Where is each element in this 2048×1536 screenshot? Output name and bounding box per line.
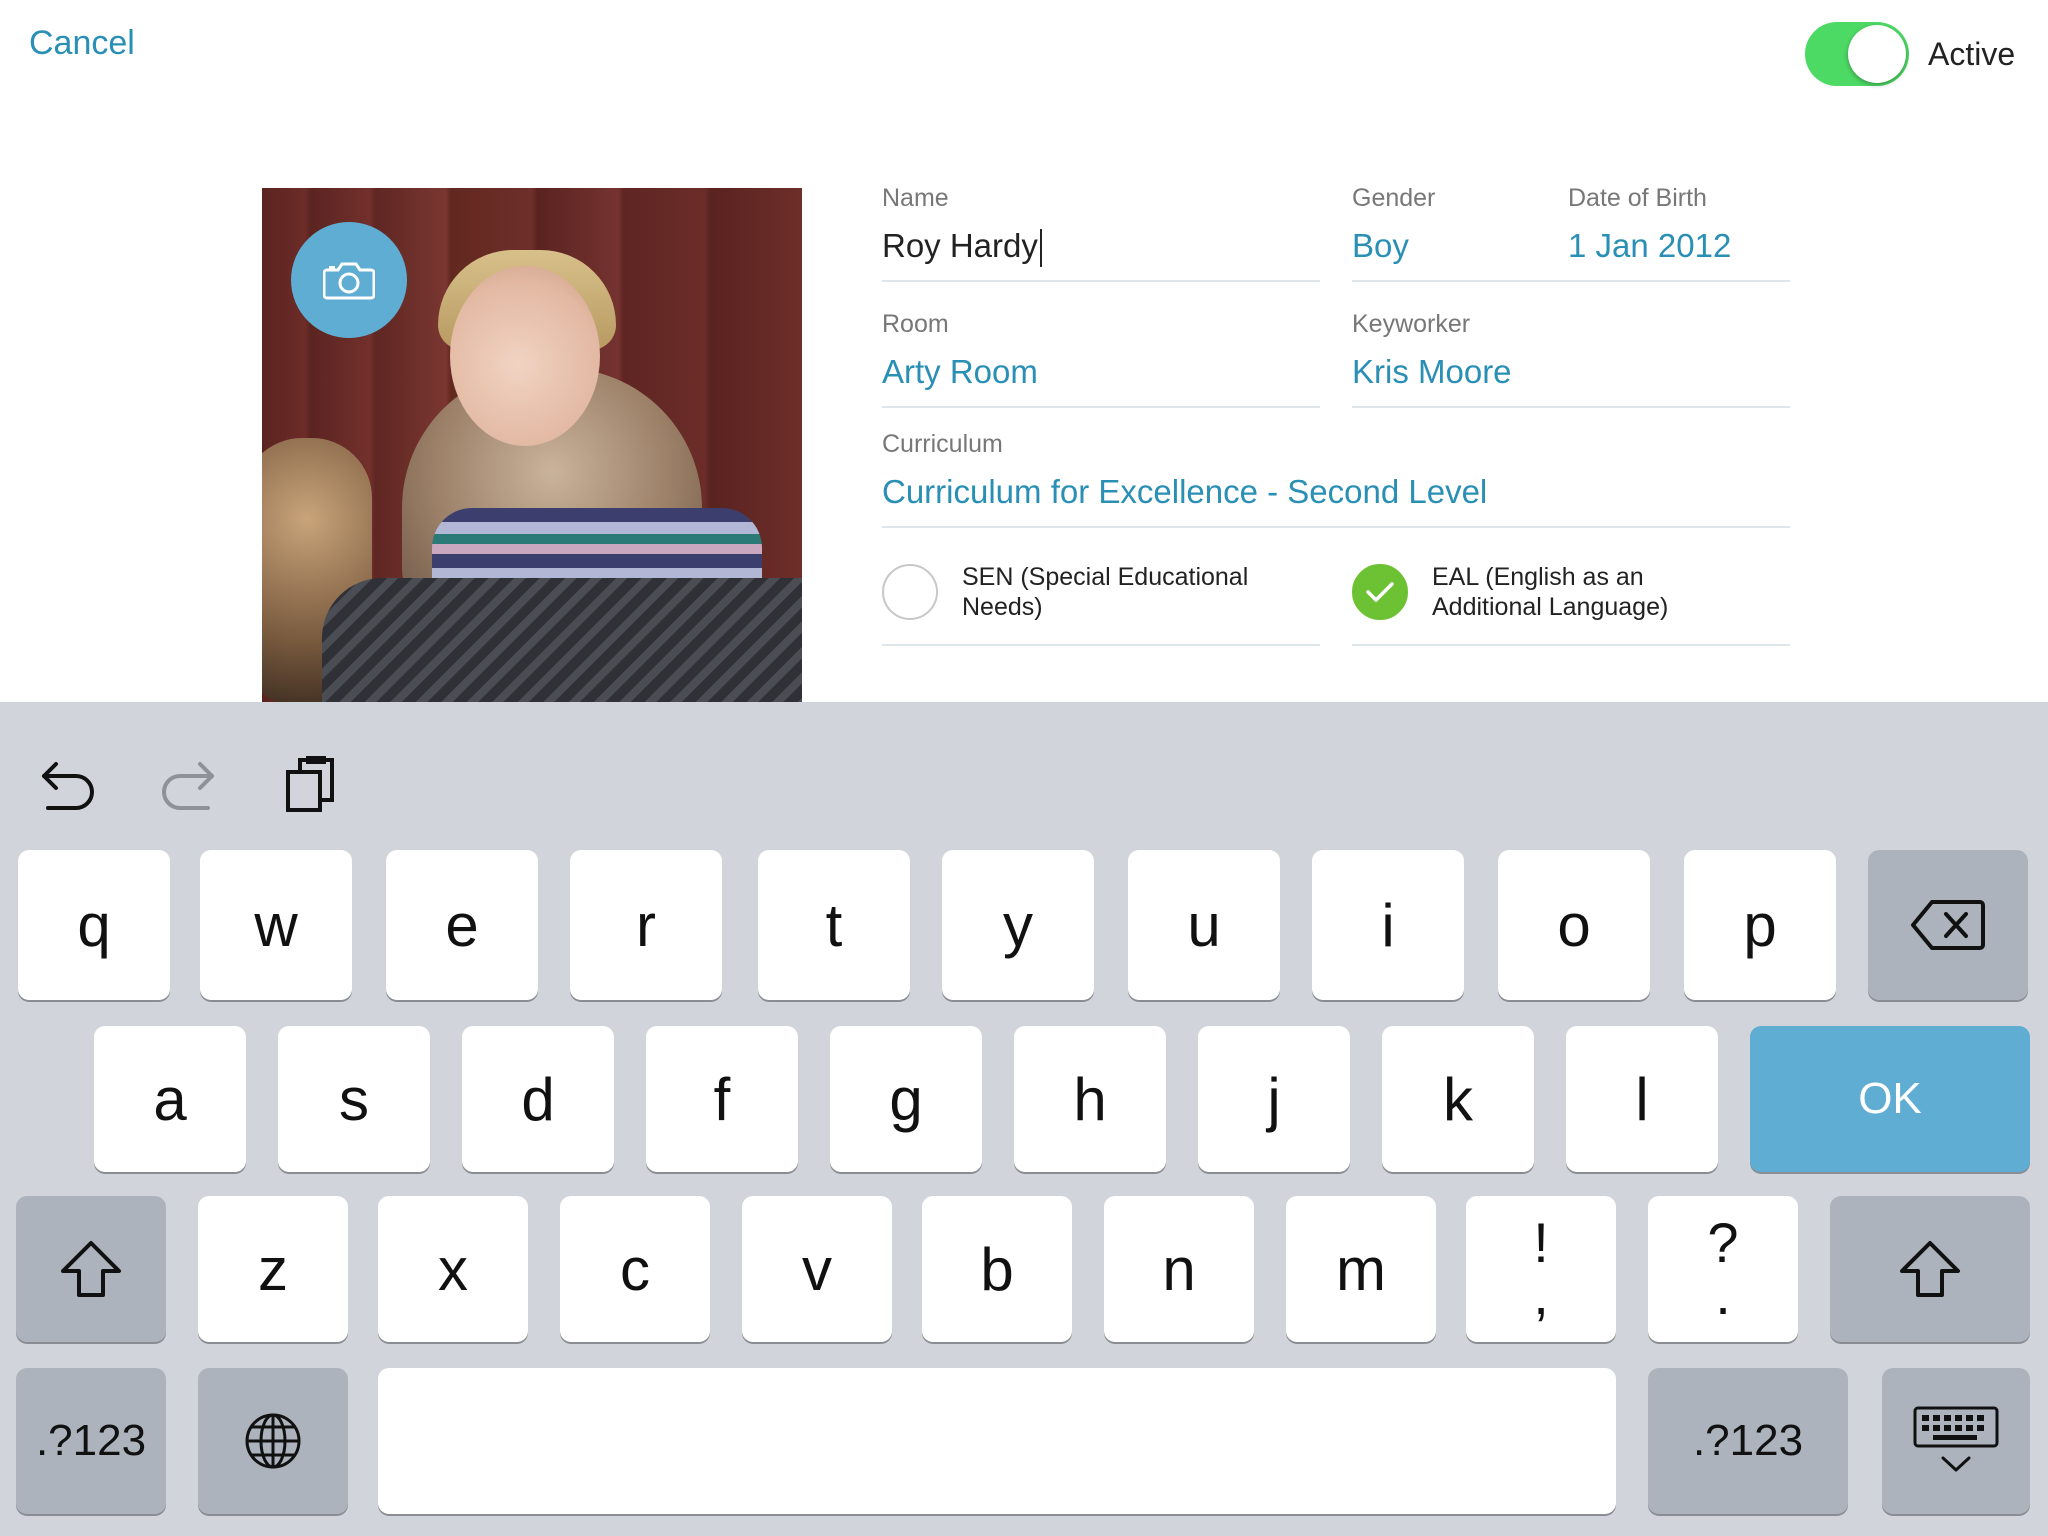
- name-input[interactable]: Roy Hardy: [882, 227, 1320, 268]
- key-top-char: !: [1533, 1211, 1549, 1274]
- key-e[interactable]: e: [386, 850, 538, 1000]
- key-z[interactable]: z: [198, 1196, 348, 1342]
- backspace-key[interactable]: [1868, 850, 2028, 1000]
- active-toggle[interactable]: [1805, 22, 1909, 86]
- key-exclamation-comma[interactable]: !,: [1466, 1196, 1616, 1342]
- numbers-key-left[interactable]: .?123: [16, 1368, 166, 1514]
- gender-label: Gender: [1352, 184, 1436, 212]
- divider: [1352, 280, 1790, 282]
- paste-button[interactable]: [284, 754, 340, 819]
- key-o[interactable]: o: [1498, 850, 1650, 1000]
- shift-key-left[interactable]: [16, 1196, 166, 1342]
- globe-icon: [245, 1413, 301, 1469]
- toggle-knob: [1848, 25, 1906, 83]
- shift-key-right[interactable]: [1830, 1196, 2030, 1342]
- key-question-period[interactable]: ?.: [1648, 1196, 1798, 1342]
- key-top-char: ?: [1707, 1211, 1739, 1274]
- photo-rug: [322, 578, 802, 702]
- divider: [882, 526, 1790, 528]
- child-photo: [262, 188, 802, 702]
- sen-label: SEN (Special Educational Needs): [962, 563, 1249, 621]
- key-w[interactable]: w: [200, 850, 352, 1000]
- eal-checkbox-row[interactable]: EAL (English as an Additional Language): [1352, 562, 1752, 622]
- sen-checkbox-row[interactable]: SEN (Special Educational Needs): [882, 562, 1282, 622]
- dob-label: Date of Birth: [1568, 184, 1707, 212]
- room-value[interactable]: Arty Room: [882, 353, 1320, 391]
- undo-button[interactable]: [38, 756, 98, 817]
- keyworker-label: Keyworker: [1352, 310, 1471, 338]
- key-q[interactable]: q: [18, 850, 170, 1000]
- key-s[interactable]: s: [278, 1026, 430, 1172]
- backspace-icon: [1911, 900, 1985, 950]
- key-b[interactable]: b: [922, 1196, 1072, 1342]
- shift-icon: [61, 1241, 121, 1297]
- checkmark-icon: [1366, 582, 1394, 602]
- key-v[interactable]: v: [742, 1196, 892, 1342]
- key-d[interactable]: d: [462, 1026, 614, 1172]
- curriculum-field[interactable]: Curriculum Curriculum for Excellence - S…: [882, 430, 1790, 528]
- key-r[interactable]: r: [570, 850, 722, 1000]
- key-u[interactable]: u: [1128, 850, 1280, 1000]
- key-n[interactable]: n: [1104, 1196, 1254, 1342]
- dob-field[interactable]: Date of Birth 1 Jan 2012: [1568, 184, 1788, 265]
- divider: [1352, 406, 1790, 408]
- key-l[interactable]: l: [1566, 1026, 1718, 1172]
- hide-keyboard-key[interactable]: [1882, 1368, 2030, 1514]
- name-field[interactable]: Name Roy Hardy: [882, 184, 1320, 282]
- key-g[interactable]: g: [830, 1026, 982, 1172]
- key-t[interactable]: t: [758, 850, 910, 1000]
- gender-field[interactable]: Gender Boy: [1352, 184, 1790, 282]
- curriculum-value[interactable]: Curriculum for Excellence - Second Level: [882, 473, 1790, 511]
- eal-label: EAL (English as an Additional Language): [1432, 563, 1669, 621]
- key-j[interactable]: j: [1198, 1026, 1350, 1172]
- name-value: Roy Hardy: [882, 227, 1038, 264]
- photo-face: [450, 266, 600, 446]
- text-caret: [1039, 229, 1042, 268]
- key-x[interactable]: x: [378, 1196, 528, 1342]
- room-label: Room: [882, 310, 949, 338]
- shift-icon: [1900, 1241, 1960, 1297]
- key-a[interactable]: a: [94, 1026, 246, 1172]
- keyworker-value[interactable]: Kris Moore: [1352, 353, 1790, 391]
- undo-icon: [42, 762, 94, 810]
- sen-checkbox[interactable]: [882, 564, 938, 620]
- key-bottom-char: .: [1715, 1263, 1731, 1326]
- room-field[interactable]: Room Arty Room: [882, 310, 1320, 408]
- divider: [1352, 644, 1790, 646]
- gender-value[interactable]: Boy: [1352, 227, 1552, 265]
- divider: [882, 406, 1320, 408]
- key-y[interactable]: y: [942, 850, 1094, 1000]
- cancel-button[interactable]: Cancel: [29, 24, 135, 63]
- key-k[interactable]: k: [1382, 1026, 1534, 1172]
- keyboard: q w e r t y u i o p a s d f g h j k l OK…: [0, 702, 2048, 1536]
- redo-icon: [162, 762, 214, 810]
- keyworker-field[interactable]: Keyworker Kris Moore: [1352, 310, 1790, 408]
- active-label: Active: [1928, 35, 2016, 72]
- name-label: Name: [882, 184, 949, 212]
- numbers-key-right[interactable]: .?123: [1648, 1368, 1848, 1514]
- keyboard-hide-icon: [1913, 1406, 1999, 1472]
- paste-icon: [286, 756, 334, 812]
- globe-key[interactable]: [198, 1368, 348, 1514]
- key-i[interactable]: i: [1312, 850, 1464, 1000]
- key-f[interactable]: f: [646, 1026, 798, 1172]
- curriculum-label: Curriculum: [882, 430, 1003, 458]
- space-key[interactable]: [378, 1368, 1616, 1514]
- ok-key[interactable]: OK: [1750, 1026, 2030, 1172]
- change-photo-button[interactable]: [291, 222, 407, 338]
- key-bottom-char: ,: [1533, 1263, 1549, 1326]
- camera-icon: [323, 262, 375, 300]
- redo-button[interactable]: [158, 756, 218, 817]
- key-c[interactable]: c: [560, 1196, 710, 1342]
- key-m[interactable]: m: [1286, 1196, 1436, 1342]
- active-toggle-group: Active: [1805, 22, 2015, 86]
- key-h[interactable]: h: [1014, 1026, 1166, 1172]
- eal-checkbox[interactable]: [1352, 564, 1408, 620]
- dob-value[interactable]: 1 Jan 2012: [1568, 227, 1788, 265]
- key-p[interactable]: p: [1684, 850, 1836, 1000]
- divider: [882, 644, 1320, 646]
- divider: [882, 280, 1320, 282]
